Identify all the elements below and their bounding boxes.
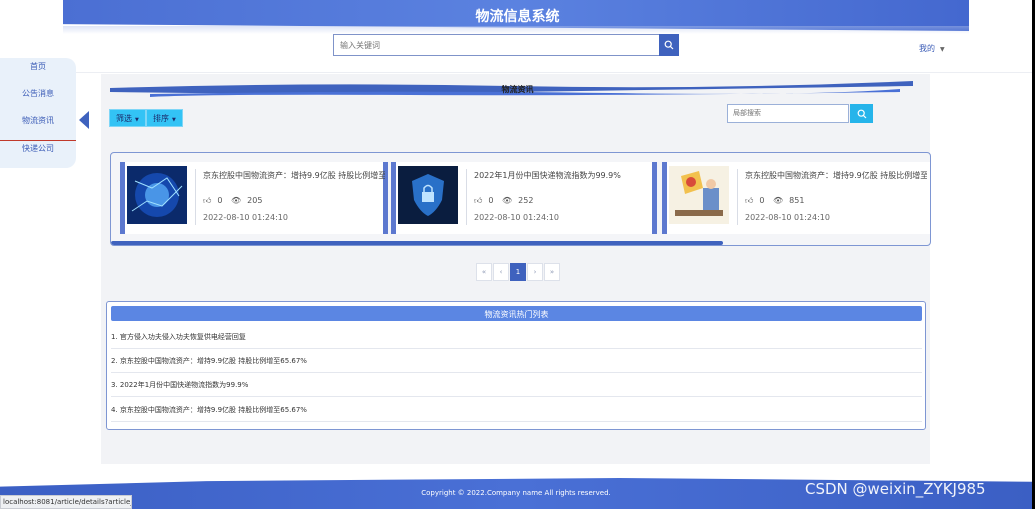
page-first-button[interactable]: « — [476, 263, 492, 281]
search-button[interactable] — [659, 34, 679, 56]
active-nav-pointer — [79, 111, 89, 129]
page-last-button[interactable]: » — [544, 263, 560, 281]
news-thumbnail-cartoon[interactable] — [669, 166, 729, 224]
watermark: CSDN @weixin_ZYKJ985 — [805, 480, 986, 498]
news-thumbnail-network[interactable] — [127, 166, 187, 224]
local-search-button[interactable] — [850, 104, 873, 123]
view-count: 205 — [247, 196, 263, 205]
pagination: « ‹ 1 › » — [476, 263, 561, 281]
like-count: 0 — [217, 196, 223, 205]
hot-news-item[interactable]: 2. 京东控股中国物流资产：增持9.9亿股 持股比例增至65.67% — [111, 349, 922, 373]
caret-down-icon: ▼ — [135, 117, 139, 123]
like-icon[interactable]: 👍︎ — [474, 196, 482, 205]
like-icon[interactable]: 👍︎ — [203, 196, 211, 205]
page-prev-button[interactable]: ‹ — [493, 263, 509, 281]
news-card[interactable]: 2022年1月份中国快递物流指数为99.9% 👍︎ 0 👁︎ 252 2022-08… — [391, 162, 657, 234]
sort-label: 排序 — [153, 114, 169, 123]
section-title: 物流资讯 — [501, 85, 534, 94]
filter-label: 筛选 — [116, 114, 132, 123]
header-divider — [0, 72, 1032, 73]
hot-news-title: 物流资讯热门列表 — [111, 306, 922, 321]
hot-news-item[interactable]: 4. 京东控股中国物流资产：增持9.9亿股 持股比例增至65.67% — [111, 398, 922, 422]
search-icon — [857, 109, 866, 118]
news-card[interactable]: 京东控股中国物流资产：增持9.9亿股 持股比例增至65.67% 👍︎ 0 👁︎ 85… — [662, 162, 930, 234]
view-icon: 👁︎ — [231, 196, 242, 205]
news-thumbnail-security[interactable] — [398, 166, 458, 224]
search-icon — [664, 40, 674, 50]
news-carousel[interactable]: 京东控股中国物流资产：增持9.9亿股 持股比例增至65.67% 👍︎0 👁︎20… — [110, 152, 931, 246]
sidebar: 首页 公告消息 物流资讯 快递公司 — [0, 58, 76, 168]
card-divider — [195, 169, 196, 225]
carousel-scrollbar[interactable] — [111, 241, 723, 245]
like-count: 0 — [759, 196, 765, 205]
like-icon[interactable]: 👍︎ — [745, 196, 753, 205]
view-icon: 👁︎ — [773, 196, 784, 205]
user-menu-label: 我的 — [919, 44, 935, 53]
search-input[interactable] — [333, 34, 660, 56]
view-count: 252 — [518, 196, 534, 205]
like-count: 0 — [488, 196, 494, 205]
sidebar-item-logistics-news[interactable]: 物流资讯 — [0, 115, 76, 126]
site-title: 物流信息系统 — [475, 9, 560, 25]
card-divider — [737, 169, 738, 225]
hot-news-panel: 物流资讯热门列表 1. 官方侵入功夫侵入功夫恢复供电经营回复 2. 京东控股中国… — [106, 301, 926, 430]
filter-dropdown[interactable]: 筛选 ▼ — [110, 110, 145, 126]
browser-status-url: localhost:8081/article/details?article_i… — [0, 495, 132, 509]
news-card-date: 2022-08-10 01:24:10 — [745, 213, 830, 222]
sidebar-item-couriers[interactable]: 快递公司 — [0, 140, 76, 154]
news-card-date: 2022-08-10 01:24:10 — [203, 213, 288, 222]
hot-news-item[interactable]: 3. 2022年1月份中国快递物流指数为99.9% — [111, 373, 922, 397]
hot-news-item[interactable]: 1. 官方侵入功夫侵入功夫恢复供电经营回复 — [111, 325, 922, 349]
caret-down-icon: ▼ — [172, 117, 176, 123]
news-card-title[interactable]: 2022年1月份中国快递物流指数为99.9% — [474, 170, 656, 181]
card-divider — [466, 169, 467, 225]
page-current-button[interactable]: 1 — [510, 263, 526, 281]
caret-down-icon: ▼ — [940, 46, 945, 53]
news-card-stats: 👍︎ 0 👁︎ 851 — [745, 196, 810, 206]
view-icon: 👁︎ — [502, 196, 513, 205]
news-card-title[interactable]: 京东控股中国物流资产：增持9.9亿股 持股比例增至65.67% — [203, 170, 385, 181]
news-card-stats: 👍︎ 0 👁︎ 252 — [474, 196, 539, 206]
user-menu[interactable]: 我的 ▼ — [919, 43, 945, 54]
news-card-date: 2022-08-10 01:24:10 — [474, 213, 559, 222]
news-card-title[interactable]: 京东控股中国物流资产：增持9.9亿股 持股比例增至65.67% — [745, 170, 927, 181]
page-next-button[interactable]: › — [527, 263, 543, 281]
view-count: 851 — [789, 196, 805, 205]
news-card-stats: 👍︎ 0 👁︎ 205 — [203, 196, 268, 206]
local-search-input[interactable] — [727, 104, 849, 123]
sort-dropdown[interactable]: 排序 ▼ — [147, 110, 182, 126]
news-card[interactable]: 京东控股中国物流资产：增持9.9亿股 持股比例增至65.67% 👍︎ 0 👁︎ 20… — [120, 162, 388, 234]
sidebar-item-home[interactable]: 首页 — [0, 61, 76, 72]
header-shadow — [63, 26, 969, 34]
